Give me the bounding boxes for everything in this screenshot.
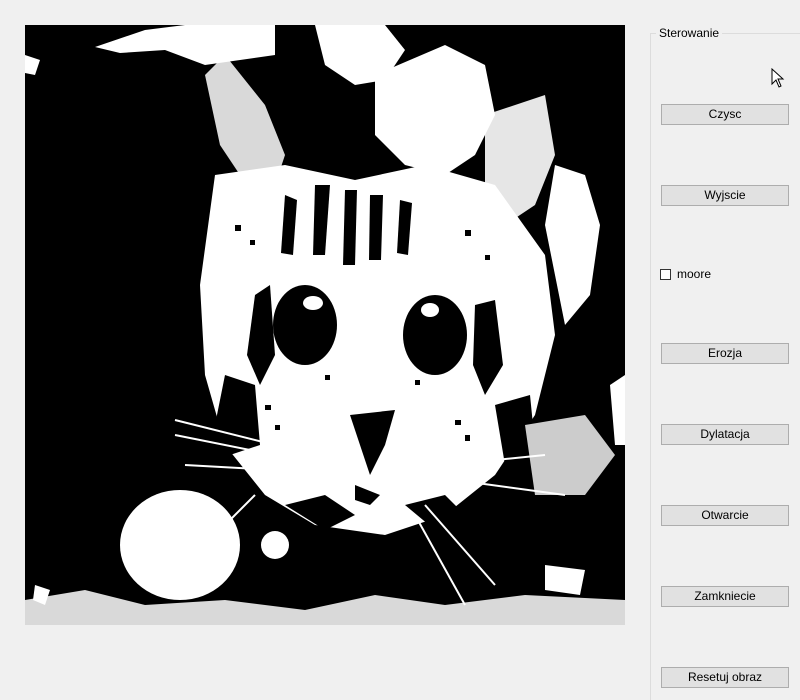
moore-checkbox-box[interactable] (660, 268, 671, 280)
mouse-pointer-icon (771, 67, 785, 91)
main-window: Sterowanie Czysc Wyjscie moore Erozja Dy… (0, 0, 800, 700)
reset-image-button[interactable]: Resetuj obraz (661, 667, 789, 688)
exit-button[interactable]: Wyjscie (661, 185, 789, 206)
dilation-button[interactable]: Dylatacja (661, 424, 789, 445)
controls-group-title: Sterowanie (656, 26, 723, 40)
closing-button[interactable]: Zamkniecie (661, 586, 789, 607)
opening-button[interactable]: Otwarcie (661, 505, 789, 526)
kitten-binary-image (25, 25, 625, 625)
moore-checkbox-label[interactable]: moore (677, 267, 711, 281)
moore-checkbox[interactable]: moore (660, 267, 711, 281)
erosion-button[interactable]: Erozja (661, 343, 789, 364)
clear-button[interactable]: Czysc (661, 104, 789, 125)
binary-image-canvas[interactable] (25, 25, 625, 625)
